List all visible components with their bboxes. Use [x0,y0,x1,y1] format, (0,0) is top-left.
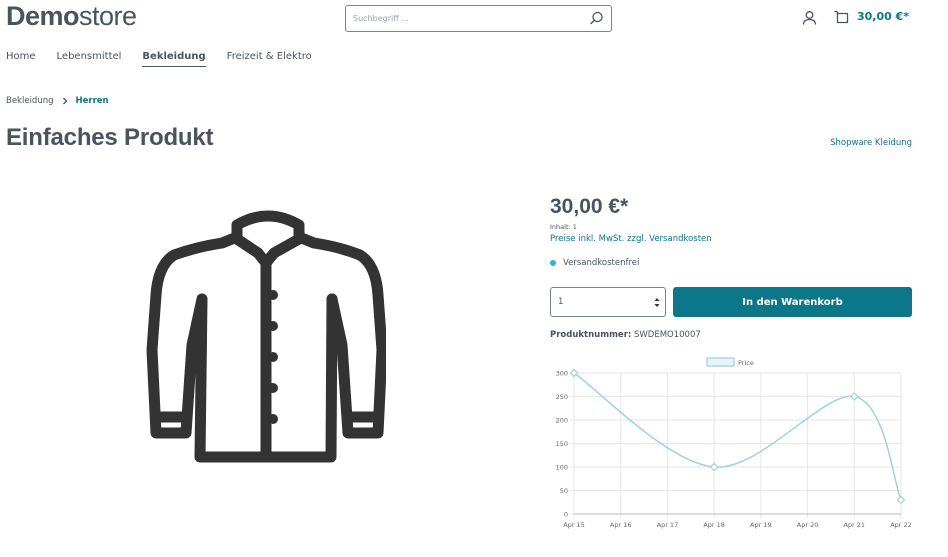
select-arrows-icon [654,298,660,307]
legend-swatch [706,357,735,367]
y-tick-label: 50 [560,487,568,495]
tax-shipping-link[interactable]: Preise inkl. MwSt. zzgl. Versandkosten [550,234,712,244]
product-title: Einfaches Produkt [6,124,214,151]
breadcrumb-item-herren[interactable]: Herren [76,96,109,106]
y-tick-label: 100 [556,464,568,472]
status-dot [550,260,556,266]
product-price: 30,00 €* [550,195,629,218]
logo[interactable]: Demostore [6,3,137,30]
logo-light: store [79,1,137,31]
quantity-select[interactable]: 1 [550,287,666,317]
logo-bold: Demo [6,1,80,31]
cart-total[interactable]: 30,00 €* [857,10,909,23]
breadcrumb: Bekleidung Herren [6,96,109,106]
price-chart: 0 50 100 150 200 250 300 Apr 15 Apr 16 Apr 17 Apr … [556,357,912,529]
product-content: Inhalt: 1 [550,223,577,231]
shipping-text: Versandkostenfrei [563,258,640,268]
x-tick-label: Apr 17 [657,521,679,529]
quantity-value: 1 [558,297,564,307]
main-navigation: Home Lebensmittel Bekleidung Freizeit & … [6,50,333,70]
x-tick-label: Apr 15 [563,521,585,529]
nav-item-home[interactable]: Home [6,50,36,70]
account-button[interactable] [801,9,818,26]
breadcrumb-item-bekleidung[interactable]: Bekleidung [6,96,54,106]
y-tick-label: 150 [556,440,568,448]
data-point [896,495,906,505]
cart-icon [834,10,849,24]
jacket-icon [146,210,386,463]
legend-label: Price [738,359,754,367]
product-number: Produktnummer: SWDEMO10007 [550,330,701,340]
user-icon [802,11,817,25]
cart-button[interactable] [833,9,850,26]
manufacturer-link[interactable]: Shopware Kleidung [830,138,912,148]
search-input[interactable] [346,6,576,31]
x-tick-label: Apr 18 [703,521,725,529]
data-point [709,462,719,472]
x-tick-label: Apr 22 [890,521,912,529]
y-tick-label: 300 [556,370,568,378]
x-tick-label: Apr 19 [750,521,772,529]
product-number-label: Produktnummer: [550,330,632,340]
search-icon [590,11,603,25]
search-button[interactable] [588,10,605,27]
shipping-info: Versandkostenfrei [550,258,639,268]
search-bar [345,5,612,32]
chevron-right-icon [62,97,67,105]
series-line-price [573,372,902,501]
x-tick-label: Apr 16 [610,521,632,529]
nav-item-bekleidung[interactable]: Bekleidung [142,50,206,70]
x-tick-label: Apr 21 [843,521,865,529]
product-number-value: SWDEMO10007 [634,330,701,340]
y-tick-label: 200 [556,417,568,425]
nav-item-freizeit-elektro[interactable]: Freizeit & Elektro [227,50,312,70]
y-tick-label: 0 [564,511,568,519]
nav-item-lebensmittel[interactable]: Lebensmittel [57,50,122,70]
data-point [849,392,859,401]
y-tick-label: 250 [556,393,568,401]
add-to-cart-button[interactable]: In den Warenkorb [673,287,912,317]
x-tick-label: Apr 20 [797,521,819,529]
